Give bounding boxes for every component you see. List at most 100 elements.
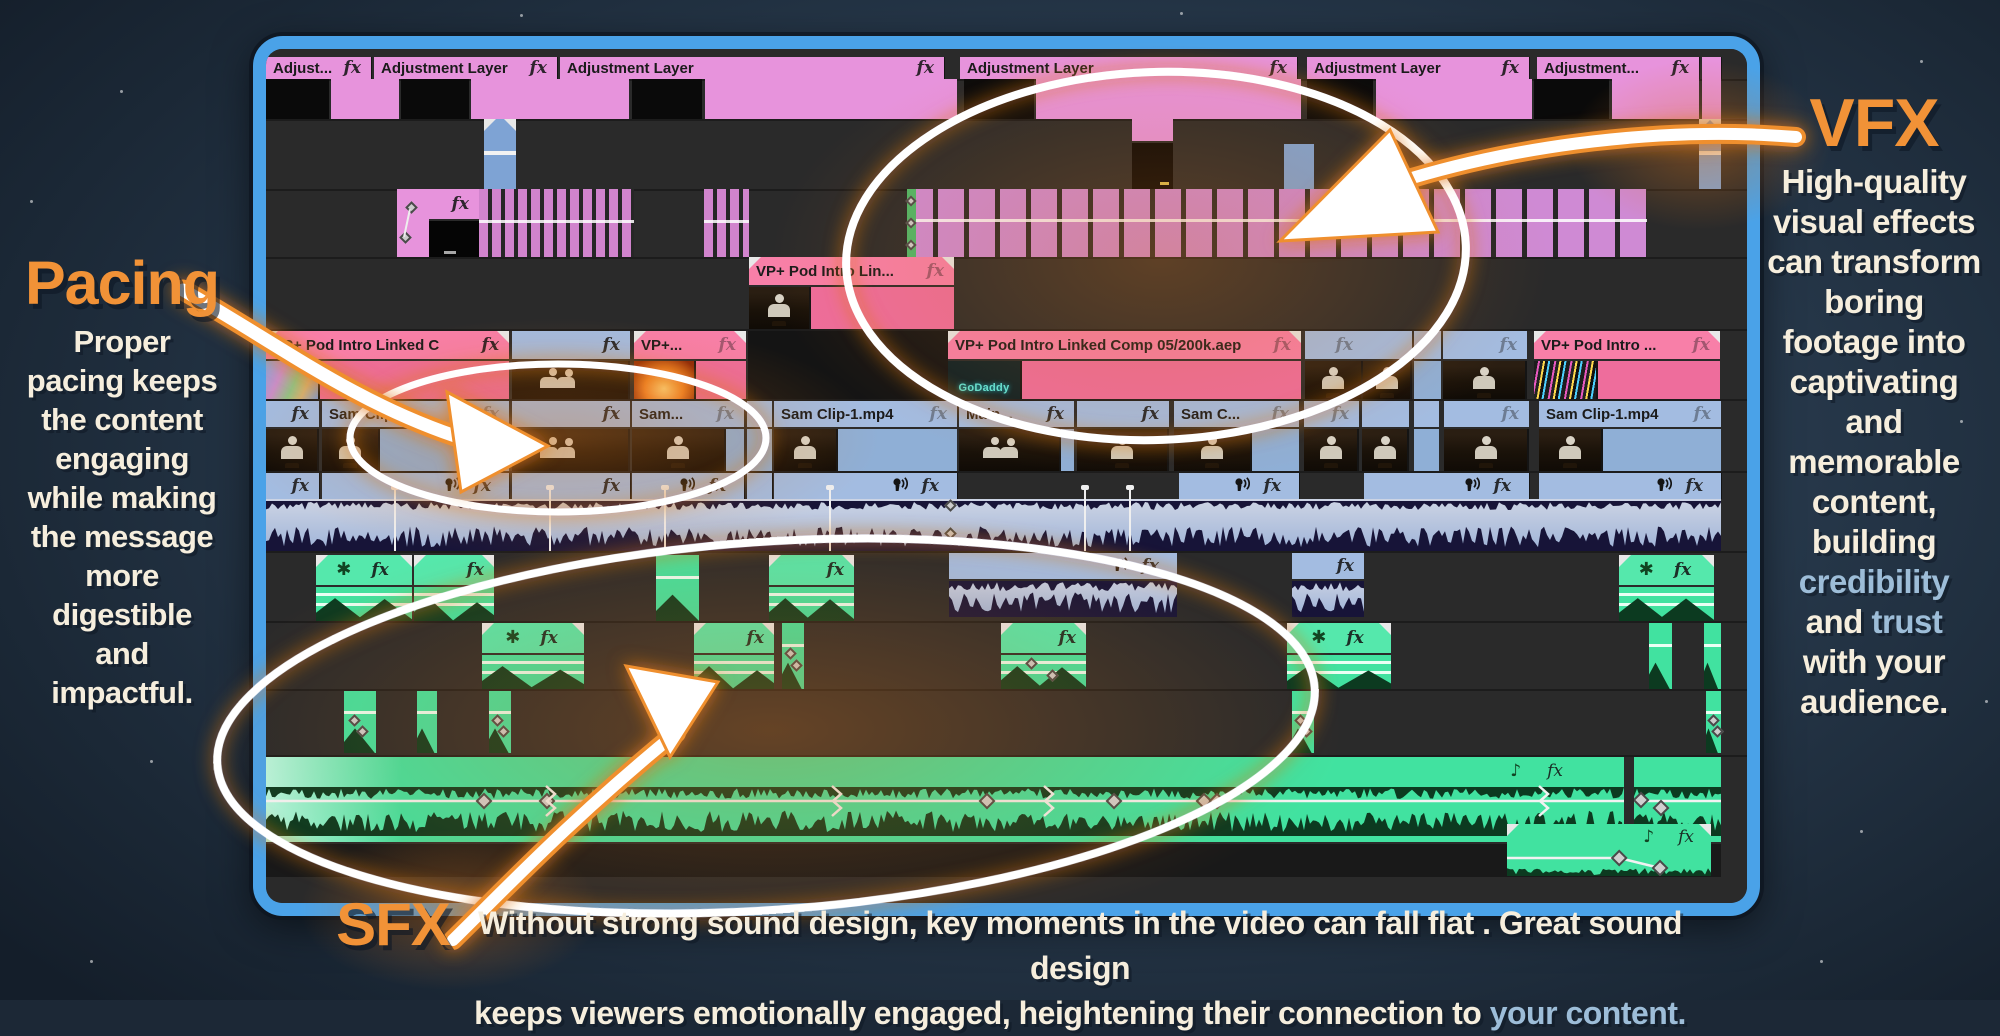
timeline-clip[interactable]	[1699, 119, 1721, 189]
timeline-clip[interactable]: Adjust...fx	[266, 57, 371, 79]
keyframe-diamond[interactable]	[405, 201, 418, 214]
timeline-clip[interactable]: Sam...fx	[632, 401, 744, 471]
timeline-clip[interactable]	[479, 189, 634, 257]
timeline-clip[interactable]: Sam Clip-1.mp4fx	[1539, 401, 1721, 471]
timeline-clip[interactable]	[1132, 119, 1173, 189]
timeline-clip[interactable]	[748, 331, 948, 399]
timeline-clip[interactable]: Adjustment Layerfx	[560, 57, 944, 79]
timeline-clip[interactable]	[1534, 79, 1609, 119]
keyframe-diamond[interactable]	[905, 239, 916, 250]
timeline-clip[interactable]	[1307, 79, 1373, 119]
timeline-clip[interactable]: fx	[429, 189, 479, 257]
clip-label: Sam Clip-1.mp4	[1546, 406, 1659, 423]
timeline-clip[interactable]	[656, 555, 699, 621]
timeline-clip[interactable]: ✱fx	[1287, 623, 1391, 689]
timeline-clip[interactable]	[266, 79, 329, 119]
fx-badge: fx	[482, 335, 502, 355]
timeline-clip[interactable]	[484, 119, 516, 189]
timeline-clip[interactable]	[471, 79, 629, 119]
keyframe-stick[interactable]	[1129, 487, 1131, 551]
timeline-clip[interactable]: fx	[632, 473, 744, 499]
timeline-clip[interactable]	[1704, 623, 1721, 689]
timeline-clip[interactable]: fx	[512, 401, 630, 471]
timeline-clip[interactable]: fx	[949, 553, 1177, 617]
timeline-clip[interactable]	[1649, 623, 1672, 689]
timeline-clip[interactable]	[632, 79, 702, 119]
timeline-clip[interactable]: fx	[769, 555, 854, 621]
timeline-clip[interactable]	[705, 79, 957, 119]
timeline-clip[interactable]: fx	[1179, 473, 1299, 499]
timeline-clip[interactable]	[964, 79, 1034, 119]
timeline-clip[interactable]: VP+...fx	[634, 331, 746, 399]
timeline-clip[interactable]	[782, 623, 804, 689]
keyframe-stick[interactable]	[829, 487, 831, 551]
timeline-clip[interactable]	[907, 189, 1647, 257]
timeline-clip[interactable]	[266, 844, 1721, 877]
timeline-clip[interactable]	[1612, 79, 1699, 119]
keyframe-diamond[interactable]	[905, 217, 916, 228]
timeline-clip[interactable]	[331, 79, 399, 119]
timeline-clip[interactable]	[1292, 691, 1314, 753]
timeline-clip[interactable]: VP+ Pod Intro Linked Comp 05/200k.aepfxG…	[948, 331, 1301, 399]
timeline-clip[interactable]: fx	[512, 473, 630, 499]
timeline-clip[interactable]: fx	[512, 331, 630, 399]
timeline-clip[interactable]	[1376, 79, 1532, 119]
timeline-clip[interactable]: Sam C...fx	[1174, 401, 1299, 471]
timeline-clip[interactable]	[1702, 79, 1721, 119]
keyframe-stick[interactable]	[1084, 487, 1086, 551]
timeline-clip[interactable]	[417, 691, 437, 753]
timeline-clip[interactable]	[704, 189, 749, 257]
timeline-clip[interactable]: Main...fx	[959, 401, 1074, 471]
timeline-clip[interactable]: fx	[266, 401, 319, 471]
timeline-clip[interactable]: fx	[1444, 401, 1529, 471]
timeline-clip[interactable]: VP+ Pod Intro Linked Cfx	[266, 331, 509, 399]
timeline-clip[interactable]	[1706, 691, 1721, 753]
timeline-clip[interactable]: fx	[414, 555, 494, 621]
timeline-clip[interactable]: ✱fx	[1619, 555, 1714, 621]
timeline-clip[interactable]	[397, 189, 429, 257]
timeline-clip[interactable]: fx	[1001, 623, 1086, 689]
timeline-clip[interactable]: Adjustment Layerfx	[960, 57, 1297, 79]
timeline-clip[interactable]	[1702, 57, 1721, 79]
keyframe-diamond[interactable]	[905, 195, 916, 206]
timeline-clip[interactable]	[1284, 144, 1314, 189]
timeline-clip[interactable]	[1414, 331, 1441, 399]
timeline-clip[interactable]: fx	[1292, 553, 1364, 617]
timeline-clip[interactable]: VP+ Pod Intro Lin...fx	[749, 257, 954, 329]
timeline-clip[interactable]	[489, 691, 511, 753]
timeline-clip[interactable]: Sam Clip-1.mp4fx	[774, 401, 957, 471]
timeline-clip[interactable]	[344, 691, 376, 753]
timeline-clip[interactable]: fx	[1077, 401, 1169, 471]
keyframe-stick[interactable]	[549, 487, 551, 551]
timeline-clip[interactable]: VP+ Pod Intro ...fx	[1534, 331, 1720, 399]
timeline-clip[interactable]: fx	[1539, 473, 1721, 499]
timeline-clip[interactable]	[1363, 331, 1412, 399]
timeline-clip[interactable]	[1036, 79, 1301, 119]
timeline-clip[interactable]	[266, 499, 1721, 551]
keyframe-stick[interactable]	[664, 487, 666, 551]
timeline-clip[interactable]	[1362, 401, 1409, 471]
timeline-clip[interactable]: fx	[266, 473, 319, 499]
timeline-clip[interactable]: fx	[694, 623, 774, 689]
timeline-clip[interactable]: Sam Clipfx	[322, 401, 509, 471]
timeline-clip[interactable]	[747, 401, 772, 471]
timeline-clip[interactable]: fx	[1443, 331, 1527, 399]
timeline-clip[interactable]: fx	[1364, 473, 1529, 499]
timeline-clip[interactable]: Adjustment Layerfx	[1307, 57, 1529, 79]
timeline-clip[interactable]	[747, 473, 772, 499]
timeline-clip[interactable]: ♪fx	[266, 757, 1624, 842]
clip-label-bar: VP+...fx	[634, 331, 746, 359]
timeline-clip[interactable]: ✱fx	[316, 555, 412, 621]
timeline-clip[interactable]	[1414, 401, 1439, 471]
keyframe-stick[interactable]	[394, 487, 396, 551]
timeline-clip[interactable]: fx	[322, 473, 509, 499]
timeline-clip[interactable]: fx	[1304, 401, 1359, 471]
timeline-clip[interactable]: ♪fx	[1507, 824, 1711, 876]
timeline-clip[interactable]: fx	[1305, 331, 1363, 399]
timeline-clip[interactable]: Adjustment...fx	[1537, 57, 1699, 79]
timeline-clip[interactable]: fx	[774, 473, 957, 499]
timeline-clip[interactable]: ✱fx	[482, 623, 584, 689]
timeline-clip[interactable]	[401, 79, 469, 119]
timeline-clip[interactable]: Adjustment Layerfx	[374, 57, 557, 79]
clip-label-bar: ✱fx	[316, 555, 412, 585]
